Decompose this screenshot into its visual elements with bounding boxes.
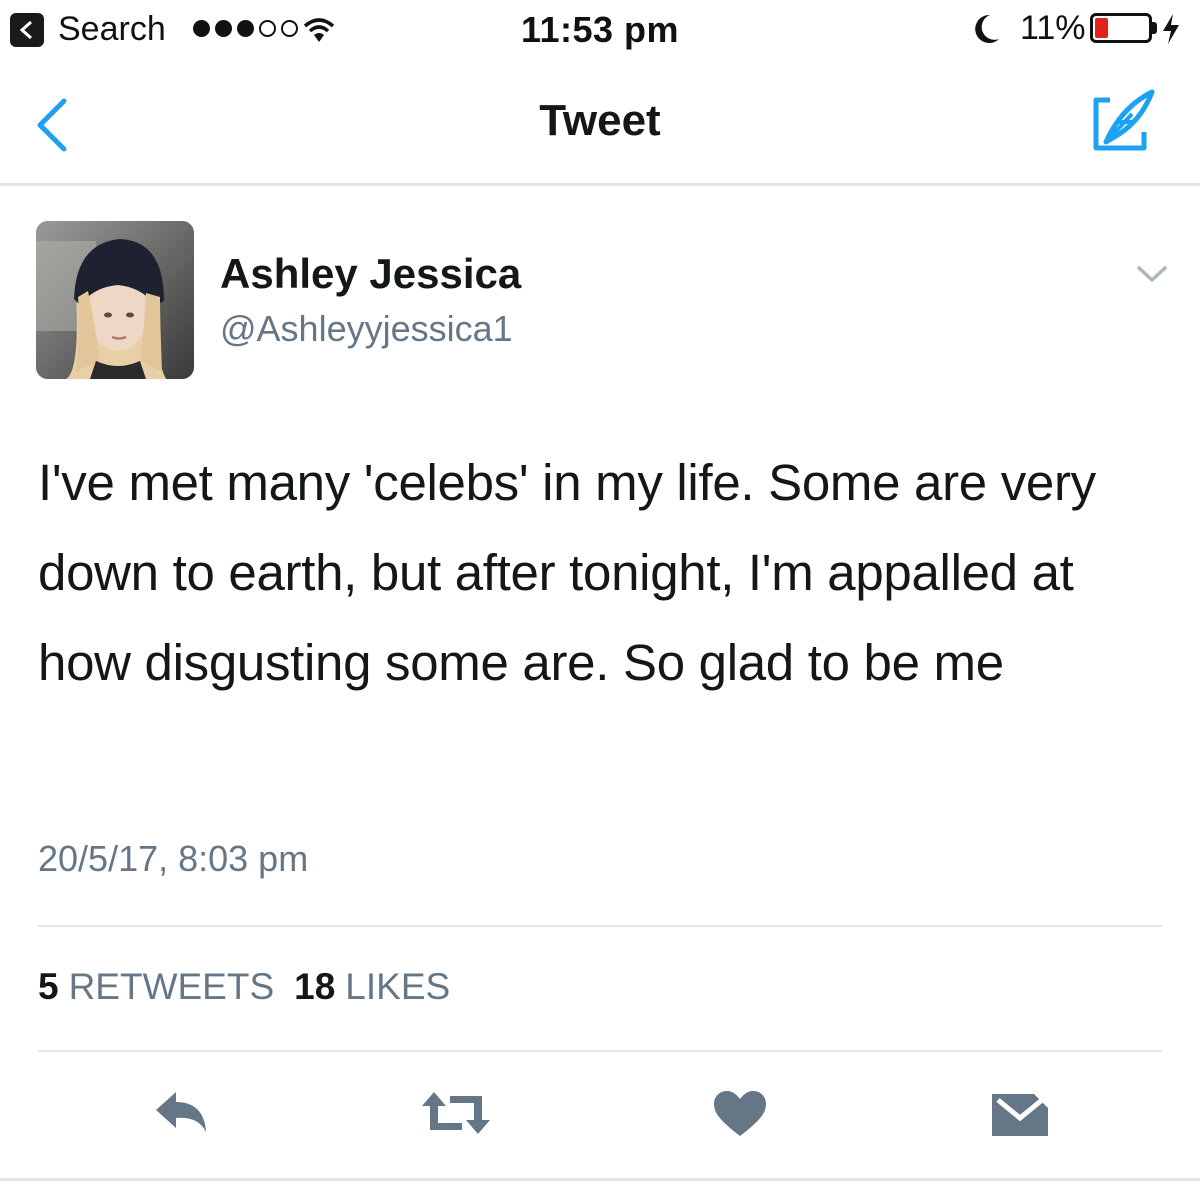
- reply-icon: [156, 1092, 206, 1132]
- divider: [38, 925, 1162, 927]
- compose-tweet-button[interactable]: [1088, 86, 1160, 161]
- retweets-stat[interactable]: 5 RETWEETS: [38, 966, 274, 1008]
- retweet-button[interactable]: [418, 1090, 494, 1141]
- direct-message-icon: [992, 1094, 1048, 1136]
- author-handle[interactable]: @Ashleyyjessica1: [220, 308, 513, 350]
- status-bar: Search 11:53 pm 11%: [0, 0, 1200, 58]
- like-heart-icon: [714, 1091, 766, 1136]
- like-button[interactable]: [712, 1090, 768, 1143]
- moon-icon: [970, 12, 1002, 55]
- avatar[interactable]: [36, 221, 194, 379]
- battery-tip: [1152, 22, 1157, 34]
- likes-count: 18: [294, 966, 336, 1007]
- tweet-detail-screen: Search 11:53 pm 11% Tweet Ashley Jessica…: [0, 0, 1200, 1189]
- navigation-bar: Tweet: [0, 58, 1200, 186]
- charging-bolt-icon: [1160, 12, 1182, 55]
- battery-fill: [1095, 18, 1108, 38]
- profile-photo: [36, 221, 194, 379]
- compose-quill-icon: [1093, 89, 1155, 151]
- bottom-divider: [0, 1178, 1200, 1181]
- retweets-count: 5: [38, 966, 59, 1007]
- reply-button[interactable]: [152, 1090, 210, 1141]
- tweet-timestamp: 20/5/17, 8:03 pm: [38, 838, 309, 879]
- battery-percent: 11%: [1020, 9, 1086, 47]
- tweet-text: I've met many 'celebs' in my life. Some …: [38, 454, 1096, 691]
- page-title: Tweet: [539, 96, 661, 145]
- battery-icon: [1090, 13, 1152, 43]
- divider: [38, 1050, 1162, 1052]
- direct-message-button[interactable]: [990, 1090, 1050, 1145]
- tweet-options-button[interactable]: [1134, 262, 1170, 291]
- retweets-label: RETWEETS: [68, 966, 275, 1007]
- tweet-stats: 5 RETWEETS 18 LIKES: [38, 966, 450, 1008]
- likes-stat[interactable]: 18 LIKES: [294, 966, 450, 1008]
- likes-label: LIKES: [345, 966, 451, 1007]
- author-name[interactable]: Ashley Jessica: [220, 250, 521, 298]
- retweet-icon: [422, 1092, 490, 1134]
- chevron-down-icon: [1137, 266, 1167, 282]
